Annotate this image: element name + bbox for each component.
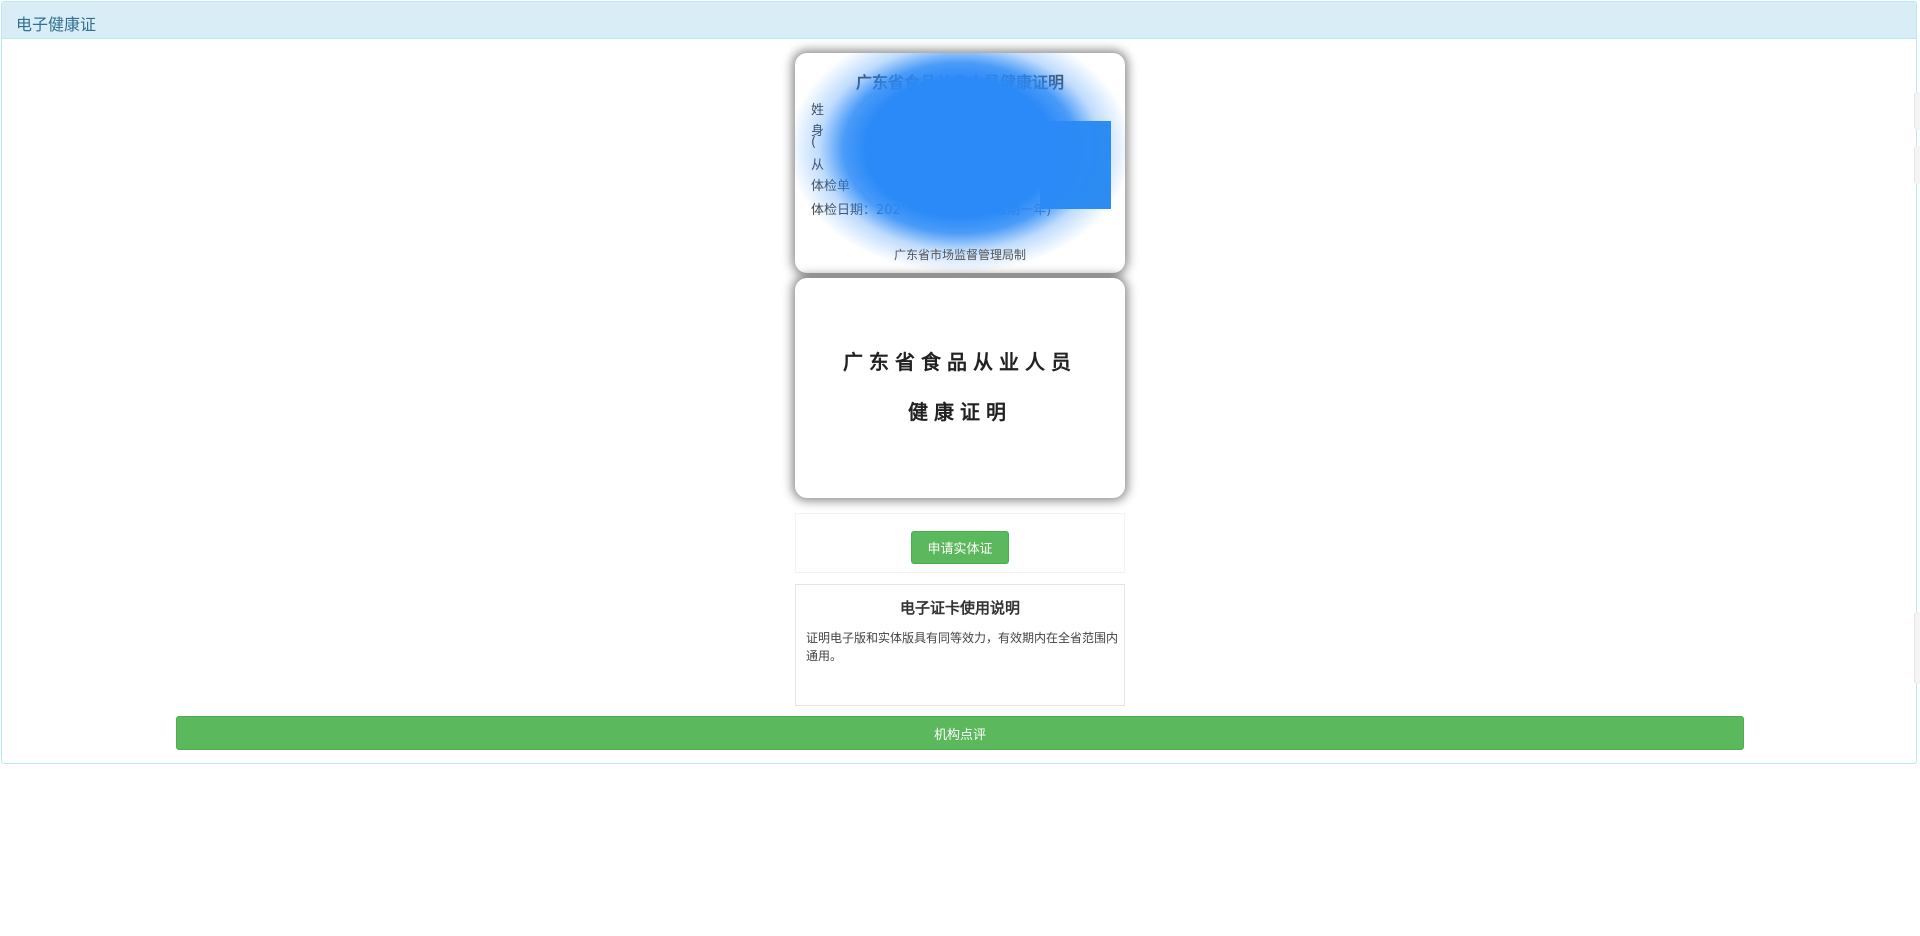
field-name: 姓 bbox=[811, 103, 825, 118]
certificate-title: 广东省食品从业人员健康证明 bbox=[855, 73, 1064, 92]
usage-instructions-title: 电子证卡使用说明 bbox=[899, 599, 1020, 617]
side-tab-2[interactable] bbox=[1914, 146, 1920, 184]
usage-instructions: 电子证卡使用说明 证明电子版和实体版具有同等效力，有效期内在全省范围内通用。 bbox=[795, 584, 1125, 706]
issuer-text: 广东省市场监督管理局制 bbox=[893, 248, 1026, 262]
certificate-front-card: 广东省食品从业人员健康证明 姓 身 ( 从 体检单 体检日期：202 效期一年)… bbox=[795, 53, 1125, 273]
field-id-cont: ( bbox=[811, 135, 817, 150]
apply-section: 申请实体证 bbox=[795, 513, 1125, 573]
back-title-line1: 广东省食品从业人员 bbox=[843, 350, 1077, 374]
certificate-back-card: 广东省食品从业人员 健康证明 bbox=[795, 278, 1125, 498]
institution-review-button[interactable]: 机构点评 bbox=[176, 716, 1744, 750]
field-exam-date: 体检日期：202 效期一年) bbox=[811, 199, 1051, 218]
field-occupation: 从 bbox=[811, 158, 825, 173]
panel-heading: 电子健康证 bbox=[2, 2, 1916, 39]
side-tab-1[interactable] bbox=[1914, 92, 1920, 130]
field-exam-unit: 体检单 bbox=[811, 179, 851, 194]
side-tab-3[interactable] bbox=[1914, 612, 1920, 684]
back-title-line2: 健康证明 bbox=[908, 400, 1012, 424]
usage-instructions-text: 证明电子版和实体版具有同等效力，有效期内在全省范围内通用。 bbox=[806, 631, 1119, 663]
field-exam-date-label: 体检日期：202 bbox=[811, 203, 901, 218]
apply-physical-card-button[interactable]: 申请实体证 bbox=[911, 531, 1009, 564]
holder-photo bbox=[1040, 121, 1111, 209]
